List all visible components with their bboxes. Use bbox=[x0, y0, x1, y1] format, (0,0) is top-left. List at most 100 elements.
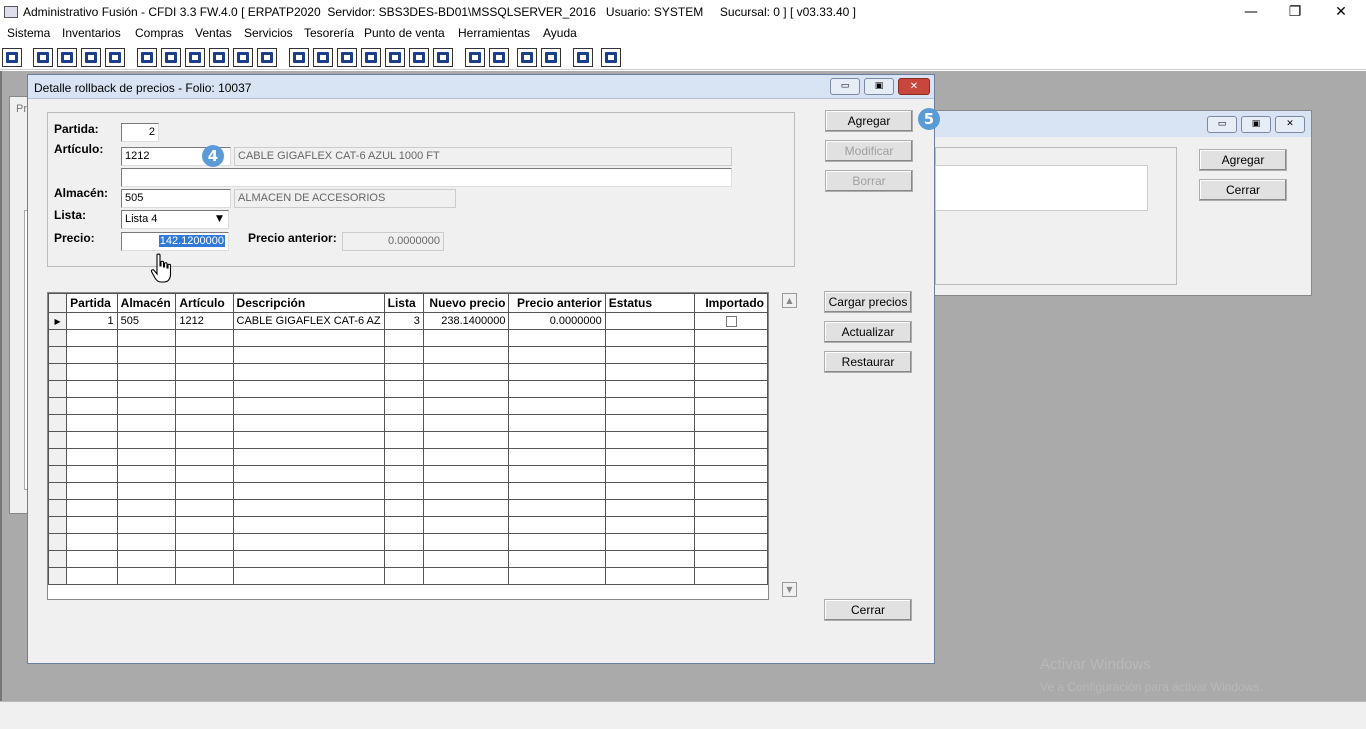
grid-cell[interactable] bbox=[116, 431, 177, 449]
grid-cell[interactable] bbox=[422, 346, 510, 364]
actualizar-button[interactable]: Actualizar bbox=[824, 321, 912, 343]
column-header-importado[interactable]: Importado bbox=[694, 293, 768, 313]
grid-cell[interactable] bbox=[604, 346, 696, 364]
bg-close-button[interactable]: ✕ bbox=[1275, 116, 1305, 133]
grid-cell[interactable] bbox=[508, 431, 606, 449]
grid-cell[interactable] bbox=[422, 499, 510, 517]
grid-cell[interactable] bbox=[383, 550, 424, 568]
bg-restore-button[interactable]: ▣ bbox=[1241, 116, 1271, 133]
menu-ventas[interactable]: Ventas bbox=[195, 26, 232, 40]
grid-cell[interactable] bbox=[508, 346, 606, 364]
grid-cell[interactable] bbox=[694, 533, 768, 551]
grid-cell[interactable] bbox=[422, 380, 510, 398]
grid-cell[interactable] bbox=[66, 499, 118, 517]
articulo-description-2-field[interactable] bbox=[121, 168, 732, 187]
grid-cell[interactable] bbox=[116, 448, 177, 466]
grid-cell[interactable] bbox=[604, 448, 696, 466]
grid-cell[interactable] bbox=[116, 329, 177, 347]
table-row-empty[interactable] bbox=[48, 397, 768, 415]
grid-cell[interactable] bbox=[604, 550, 696, 568]
grid-cell[interactable] bbox=[694, 397, 768, 415]
toolbar-back-icon[interactable] bbox=[573, 48, 593, 67]
grid-cell[interactable] bbox=[116, 346, 177, 364]
lista-select[interactable]: Lista 4 ▼ bbox=[121, 210, 229, 229]
grid-cell[interactable] bbox=[175, 465, 234, 483]
column-header-precio-anterior[interactable]: Precio anterior bbox=[508, 293, 606, 313]
grid-cell[interactable] bbox=[175, 414, 234, 432]
cell-estatus[interactable] bbox=[604, 312, 696, 330]
grid-cell[interactable] bbox=[232, 397, 385, 415]
grid-cell[interactable] bbox=[694, 448, 768, 466]
grid-cell[interactable] bbox=[383, 499, 424, 517]
bg-cerrar-button[interactable]: Cerrar bbox=[1199, 179, 1287, 201]
table-row-empty[interactable] bbox=[48, 380, 768, 398]
borrar-button[interactable]: Borrar bbox=[825, 170, 913, 192]
grid-cell[interactable] bbox=[66, 414, 118, 432]
toolbar-box-icon[interactable] bbox=[313, 48, 333, 67]
toolbar-table-icon[interactable] bbox=[433, 48, 453, 67]
grid-cell[interactable] bbox=[232, 550, 385, 568]
grid-cell[interactable] bbox=[604, 567, 696, 585]
grid-cell[interactable] bbox=[604, 397, 696, 415]
column-header-estatus[interactable]: Estatus bbox=[604, 293, 696, 313]
cell-precio-anterior[interactable]: 0.0000000 bbox=[508, 312, 606, 330]
cell-descripcion[interactable]: CABLE GIGAFLEX CAT-6 AZ bbox=[232, 312, 385, 330]
grid-cell[interactable] bbox=[116, 550, 177, 568]
grid-cell[interactable] bbox=[508, 567, 606, 585]
grid-cell[interactable] bbox=[508, 516, 606, 534]
partida-field[interactable]: 2 bbox=[121, 123, 159, 142]
grid-cell[interactable] bbox=[116, 516, 177, 534]
grid-cell[interactable] bbox=[383, 567, 424, 585]
grid-cell[interactable] bbox=[508, 533, 606, 551]
toolbar-calendar-icon[interactable] bbox=[2, 48, 22, 67]
table-row-empty[interactable] bbox=[48, 567, 768, 585]
grid-cell[interactable] bbox=[422, 516, 510, 534]
grid-cell[interactable] bbox=[604, 499, 696, 517]
grid-cell[interactable] bbox=[508, 414, 606, 432]
grid-cell[interactable] bbox=[604, 414, 696, 432]
toolbar-users-icon[interactable] bbox=[289, 48, 309, 67]
grid-cell[interactable] bbox=[383, 414, 424, 432]
grid-cell[interactable] bbox=[66, 329, 118, 347]
grid-cell[interactable] bbox=[422, 550, 510, 568]
menu-punto-de-venta[interactable]: Punto de venta bbox=[364, 26, 445, 40]
grid-cell[interactable] bbox=[116, 499, 177, 517]
cell-nuevo-precio[interactable]: 238.1400000 bbox=[422, 312, 510, 330]
grid-cell[interactable] bbox=[232, 499, 385, 517]
grid-cell[interactable] bbox=[232, 516, 385, 534]
cell-importado[interactable] bbox=[694, 312, 768, 330]
grid-cell[interactable] bbox=[116, 567, 177, 585]
grid-cell[interactable] bbox=[422, 448, 510, 466]
grid-cell[interactable] bbox=[66, 482, 118, 500]
table-row-empty[interactable] bbox=[48, 448, 768, 466]
grid-cell[interactable] bbox=[422, 465, 510, 483]
grid-cell[interactable] bbox=[383, 482, 424, 500]
toolbar-report-icon[interactable] bbox=[409, 48, 429, 67]
grid-cell[interactable] bbox=[232, 465, 385, 483]
grid-cell[interactable] bbox=[66, 448, 118, 466]
table-row-empty[interactable] bbox=[48, 414, 768, 432]
grid-cell[interactable] bbox=[422, 482, 510, 500]
grid-cell[interactable] bbox=[66, 346, 118, 364]
grid-cell[interactable] bbox=[383, 431, 424, 449]
grid-cell[interactable] bbox=[175, 499, 234, 517]
menu-inventarios[interactable]: Inventarios bbox=[62, 26, 121, 40]
agregar-button[interactable]: Agregar bbox=[825, 110, 913, 132]
grid-cell[interactable] bbox=[175, 380, 234, 398]
grid-cell[interactable] bbox=[232, 567, 385, 585]
cell-partida[interactable]: 1 bbox=[66, 312, 118, 330]
grid-cell[interactable] bbox=[694, 465, 768, 483]
grid-cell[interactable] bbox=[694, 431, 768, 449]
grid-cell[interactable] bbox=[175, 482, 234, 500]
grid-cell[interactable] bbox=[604, 482, 696, 500]
grid-cell[interactable] bbox=[694, 346, 768, 364]
restaurar-button[interactable]: Restaurar bbox=[824, 351, 912, 373]
table-row-empty[interactable] bbox=[48, 329, 768, 347]
grid-cell[interactable] bbox=[383, 346, 424, 364]
bg-minimize-button[interactable]: ▭ bbox=[1207, 116, 1237, 133]
grid-cell[interactable] bbox=[694, 380, 768, 398]
column-header-almacen[interactable]: Almacén bbox=[116, 293, 177, 313]
importado-checkbox[interactable] bbox=[725, 315, 737, 327]
grid-cell[interactable] bbox=[694, 516, 768, 534]
grid-cell[interactable] bbox=[175, 397, 234, 415]
